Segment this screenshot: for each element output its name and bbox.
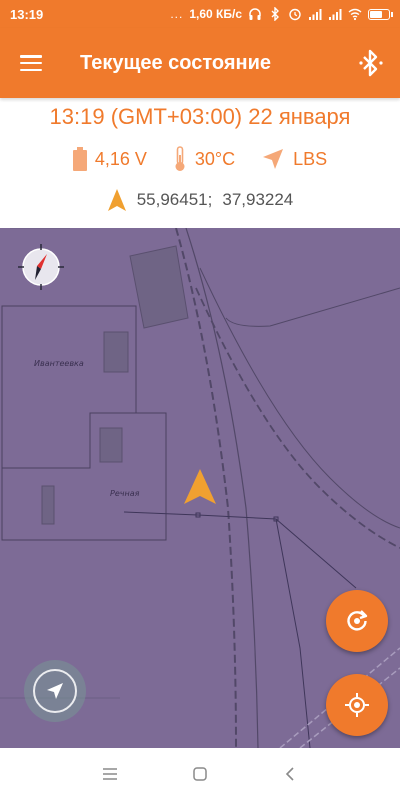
navigation-arrow-icon — [47, 683, 63, 699]
location-arrow-icon — [263, 149, 284, 169]
recents-icon — [103, 768, 117, 780]
location-source-metric: LBS — [261, 147, 327, 171]
current-position-arrow-icon — [184, 469, 216, 504]
recents-button[interactable] — [95, 759, 125, 789]
system-navigation-bar — [0, 748, 400, 800]
home-button[interactable] — [185, 759, 215, 789]
temperature-metric: 30°C — [173, 146, 235, 172]
navigation-button[interactable] — [24, 660, 86, 722]
navigation-button-ring — [33, 669, 77, 713]
battery-icon — [368, 8, 393, 20]
latitude-value: 55,96451; — [136, 190, 213, 209]
network-speed: 1,60 КБ/с — [189, 7, 242, 21]
map-label-ivanteevka: Ивантеевка — [34, 359, 84, 368]
temperature-value: 30°C — [194, 148, 236, 169]
voltage-value: 4,16 V — [94, 148, 147, 169]
refresh-button[interactable] — [326, 590, 388, 652]
status-info-panel: 13:19 (GMT+03:00) 22 января 4,16 V 30°C … — [0, 98, 400, 228]
status-time: 13:19 — [10, 6, 44, 22]
signal-icon — [329, 9, 342, 20]
status-bar: 13:19 ... 1,60 КБ/с — [0, 0, 400, 28]
metrics-row: 4,16 V 30°C LBS — [0, 146, 400, 172]
refresh-icon — [347, 610, 368, 631]
bluetooth-icon — [271, 7, 279, 21]
battery-icon — [72, 147, 87, 171]
alarm-icon — [289, 8, 301, 21]
bluetooth-button[interactable] — [342, 28, 400, 98]
back-icon — [285, 767, 294, 781]
app-toolbar: Текущее состояние — [0, 28, 400, 98]
location-source-value: LBS — [293, 148, 328, 169]
wifi-icon — [348, 8, 362, 21]
crosshair-icon — [345, 693, 369, 717]
navigation-arrow-icon — [107, 189, 126, 211]
datetime-text: 13:19 (GMT+03:00) 22 января — [49, 104, 351, 129]
map-view[interactable]: Ивантеевка Речная — [0, 228, 400, 748]
hamburger-menu-icon — [20, 55, 42, 71]
signal-icon — [309, 9, 322, 20]
home-icon — [193, 767, 207, 781]
page-title: Текущее состояние — [80, 51, 272, 74]
locate-button[interactable] — [326, 674, 388, 736]
status-icons: ... 1,60 КБ/с — [170, 7, 393, 21]
menu-button[interactable] — [0, 28, 62, 98]
thermometer-icon — [175, 146, 185, 171]
compass-icon[interactable] — [16, 242, 66, 292]
map-label-rechnaya: Речная — [110, 489, 140, 498]
voltage-metric: 4,16 V — [72, 147, 147, 171]
back-button[interactable] — [275, 759, 305, 789]
longitude-value: 37,93224 — [222, 190, 294, 209]
bluetooth-icon — [359, 49, 383, 77]
coordinates-row: 55,96451; 37,93224 — [0, 188, 400, 212]
headphones-icon — [249, 8, 261, 20]
status-dots: ... — [170, 7, 184, 21]
